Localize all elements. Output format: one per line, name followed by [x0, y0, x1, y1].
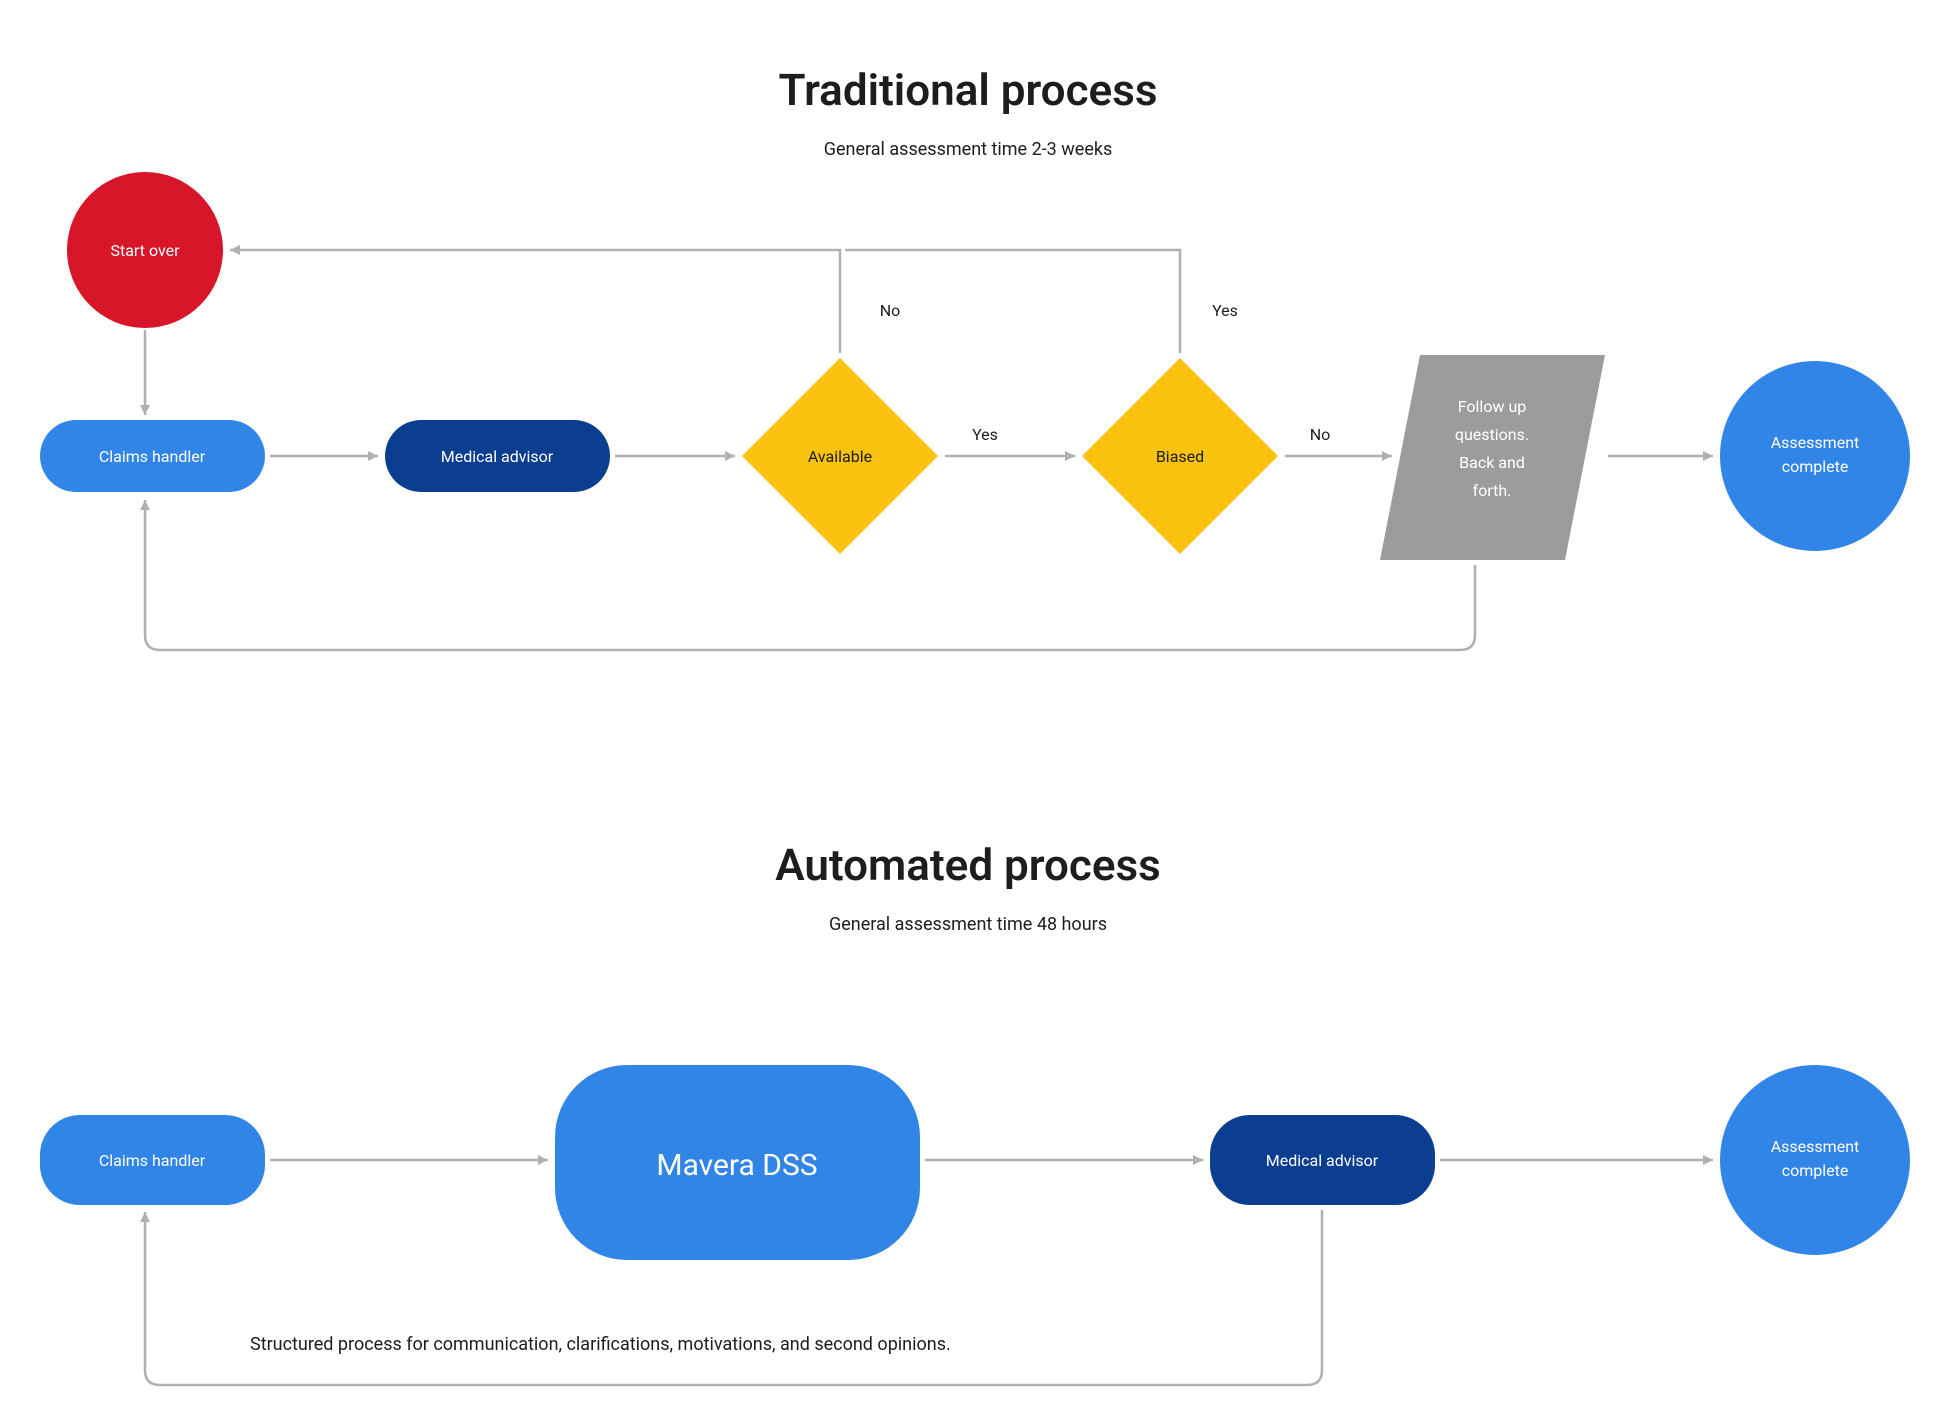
- node-assessment-complete-trad-label-1: Assessment: [1771, 433, 1860, 452]
- node-follow-up-label-4: forth.: [1473, 481, 1512, 500]
- automated-subtitle: General assessment time 48 hours: [829, 914, 1107, 935]
- node-mavera-dss: Mavera DSS: [555, 1065, 920, 1260]
- node-medical-advisor-auto-label: Medical advisor: [1266, 1151, 1379, 1170]
- automated-section: Automated process General assessment tim…: [40, 839, 1910, 1385]
- node-assessment-complete-auto: Assessment complete: [1720, 1065, 1910, 1255]
- node-medical-advisor-auto: Medical advisor: [1210, 1115, 1435, 1205]
- diagram-canvas: Traditional process General assessment t…: [0, 0, 1936, 1417]
- arrow-available-no-to-startover: [230, 250, 840, 353]
- node-available-label: Available: [808, 447, 872, 466]
- automated-caption: Structured process for communication, cl…: [250, 1334, 951, 1355]
- node-follow-up: Follow up questions. Back and forth.: [1380, 355, 1605, 560]
- node-claims-handler-auto-label: Claims handler: [99, 1151, 206, 1170]
- node-assessment-complete-auto-label-2: complete: [1782, 1161, 1849, 1180]
- node-claims-handler-trad: Claims handler: [40, 420, 265, 492]
- node-medical-advisor-trad: Medical advisor: [385, 420, 610, 492]
- traditional-section: Traditional process General assessment t…: [40, 64, 1910, 650]
- label-biased-yes: Yes: [1212, 301, 1238, 320]
- node-biased: Biased: [1082, 358, 1278, 554]
- node-follow-up-label-1: Follow up: [1458, 397, 1527, 416]
- node-assessment-complete-trad: Assessment complete: [1720, 361, 1910, 551]
- traditional-title: Traditional process: [779, 64, 1158, 116]
- node-follow-up-label-3: Back and: [1459, 453, 1525, 472]
- traditional-subtitle: General assessment time 2-3 weeks: [824, 139, 1113, 160]
- node-start-over: Start over: [67, 172, 223, 328]
- node-available: Available: [742, 358, 938, 554]
- label-biased-no: No: [1310, 425, 1331, 444]
- node-follow-up-label-2: questions.: [1455, 425, 1529, 444]
- node-mavera-dss-label: Mavera DSS: [656, 1148, 817, 1183]
- node-assessment-complete-auto-label-1: Assessment: [1771, 1137, 1860, 1156]
- node-biased-label: Biased: [1156, 447, 1204, 466]
- node-assessment-complete-trad-label-2: complete: [1782, 457, 1849, 476]
- node-claims-handler-trad-label: Claims handler: [99, 447, 206, 466]
- node-start-over-label: Start over: [110, 241, 180, 260]
- label-available-no: No: [880, 301, 901, 320]
- automated-title: Automated process: [775, 839, 1161, 891]
- node-medical-advisor-trad-label: Medical advisor: [441, 447, 554, 466]
- label-available-yes: Yes: [972, 425, 998, 444]
- node-claims-handler-auto: Claims handler: [40, 1115, 265, 1205]
